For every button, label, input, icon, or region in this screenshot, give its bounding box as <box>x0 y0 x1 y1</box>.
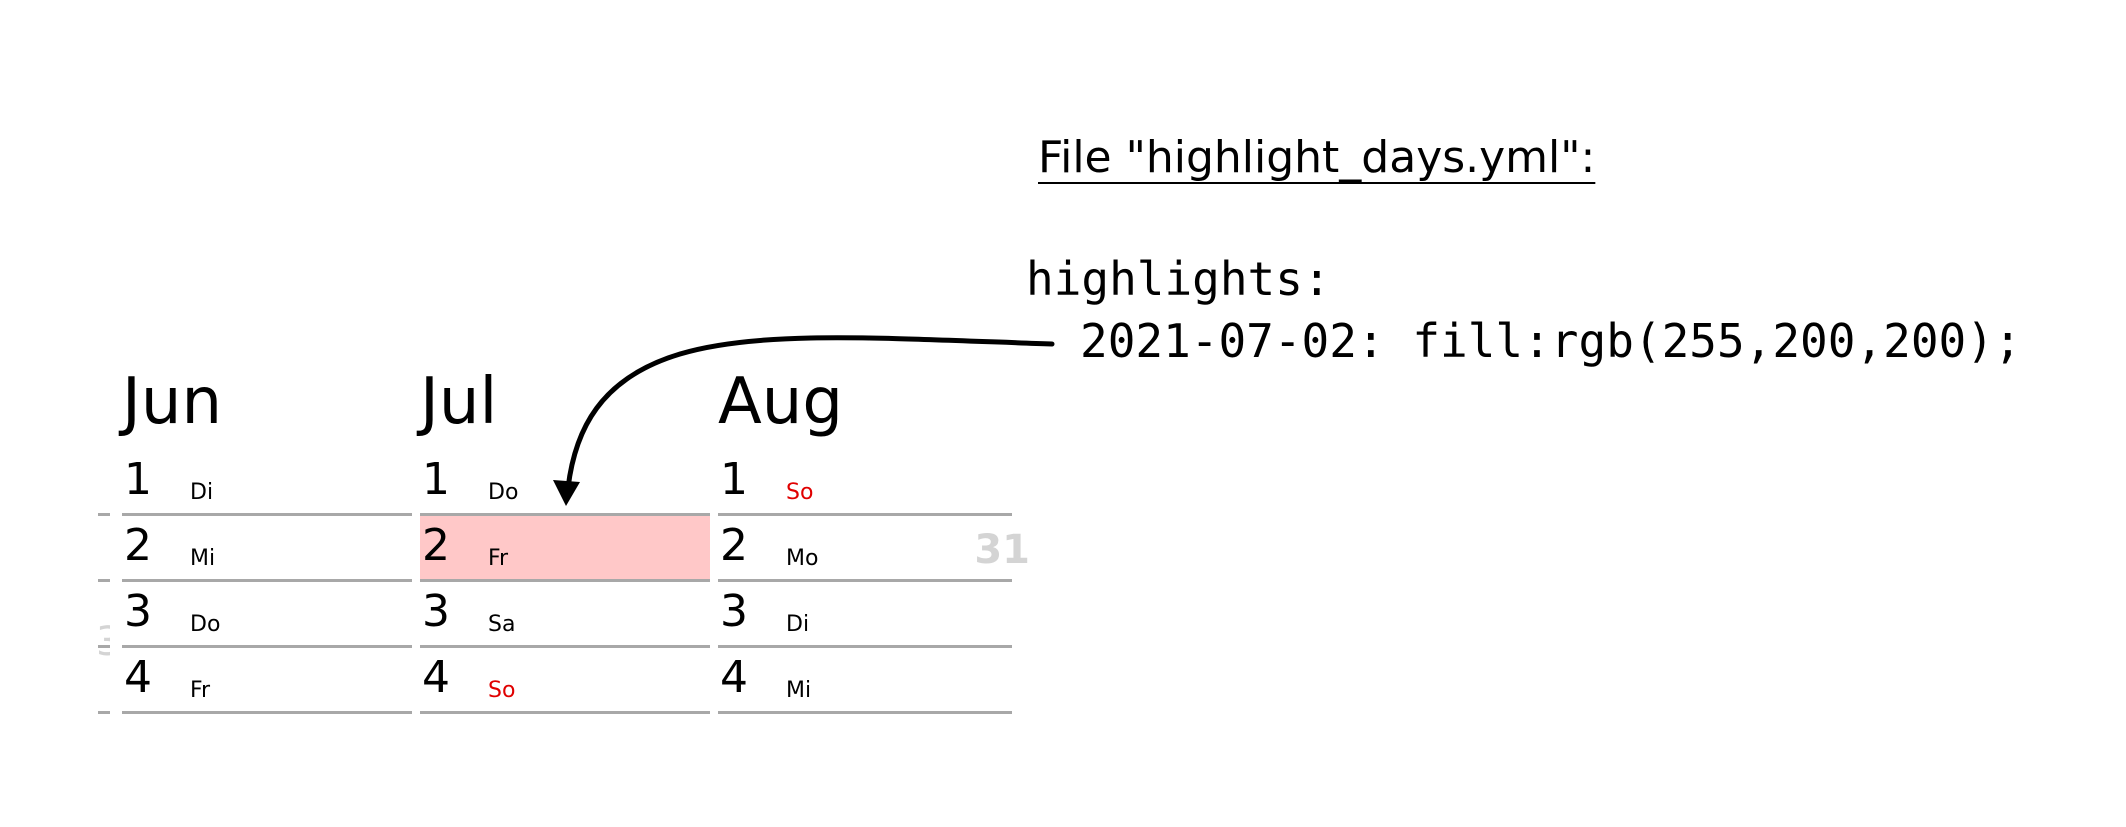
yaml-key-line: highlights: <box>1026 252 1331 306</box>
clipped-week-number: 3 <box>96 622 110 665</box>
day-number: 1 <box>720 454 748 505</box>
day-row: 3 Di <box>718 582 1008 648</box>
weekday-label: Fr <box>190 678 211 703</box>
day-row: 2 Mo 31 <box>718 516 1030 582</box>
day-number: 2 <box>720 520 748 571</box>
day-number: 2 <box>422 520 450 571</box>
month-column-aug: Aug 1 So 2 Mo 31 3 Di 4 Mi <box>718 365 1030 714</box>
day-number: 2 <box>124 520 152 571</box>
month-column-jun: Jun 1 Di 2 Mi 3 Do 4 Fr <box>122 370 412 714</box>
clipped-row-line <box>98 579 110 582</box>
day-row: 1 Di <box>122 450 412 516</box>
weekday-label-sunday: So <box>786 480 814 505</box>
month-column-jul: Jul 1 Do 2 Fr 3 Sa 4 So <box>420 370 710 714</box>
day-row: 3 Do <box>122 582 412 648</box>
yaml-entry-line: 2021-07-02: fill:rgb(255,200,200); <box>1080 314 2022 368</box>
day-number: 4 <box>124 652 152 703</box>
day-number: 4 <box>422 652 450 703</box>
day-row: 3 Sa <box>420 582 710 648</box>
day-row: 1 So <box>718 450 1008 516</box>
clipped-row-line <box>990 711 1012 714</box>
weekday-label: Di <box>786 612 810 637</box>
clipped-row-line <box>98 513 110 516</box>
day-row: 4 So <box>420 648 710 714</box>
highlighted-day-row: 2 Fr <box>420 516 710 582</box>
day-number: 1 <box>124 454 152 505</box>
weekday-label: Do <box>190 612 221 637</box>
day-number: 3 <box>720 586 748 637</box>
clipped-row-line <box>990 513 1012 516</box>
clipped-row-line <box>990 645 1012 648</box>
day-row: 2 Mi <box>122 516 412 582</box>
day-row: 1 Do <box>420 450 710 516</box>
month-title: Aug <box>718 365 843 439</box>
day-number: 1 <box>422 454 450 505</box>
day-number: 4 <box>720 652 748 703</box>
weekday-label: Sa <box>488 612 516 637</box>
week-number: 31 <box>974 527 1030 573</box>
day-row: 4 Fr <box>122 648 412 714</box>
clipped-row-line <box>98 711 110 714</box>
weekday-label: Mo <box>786 546 819 571</box>
month-title: Jun <box>122 365 222 439</box>
day-number: 3 <box>422 586 450 637</box>
weekday-label-sunday: So <box>488 678 516 703</box>
day-number: 3 <box>124 586 152 637</box>
weekday-label: Mi <box>786 678 812 703</box>
day-row: 4 Mi <box>718 648 1008 714</box>
weekday-label: Do <box>488 480 519 505</box>
month-title: Jul <box>420 365 498 439</box>
file-title: File "highlight_days.yml": <box>1038 132 1596 183</box>
weekday-label: Fr <box>488 546 509 571</box>
weekday-label: Di <box>190 480 214 505</box>
weekday-label: Mi <box>190 546 216 571</box>
clipped-row-line <box>990 579 1012 582</box>
